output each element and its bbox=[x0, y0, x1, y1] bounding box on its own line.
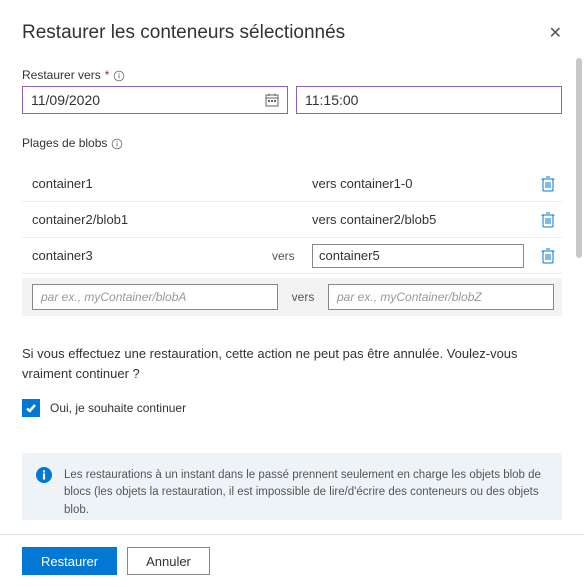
restore-date-value: 11/09/2020 bbox=[31, 92, 100, 108]
blob-ranges-label: Plages de blobs bbox=[22, 136, 562, 150]
table-row: container1 vers container1-0 bbox=[22, 166, 562, 202]
range-from: container1 bbox=[22, 176, 272, 191]
restore-to-label: Restaurer vers * bbox=[22, 68, 562, 82]
restore-button[interactable]: Restaurer bbox=[22, 547, 117, 575]
scrollbar[interactable] bbox=[576, 58, 582, 258]
cancel-button[interactable]: Annuler bbox=[127, 547, 210, 575]
info-text: Les restaurations à un instant dans le p… bbox=[64, 467, 548, 519]
restore-date-input[interactable]: 11/09/2020 bbox=[22, 86, 288, 114]
close-icon[interactable]: ✕ bbox=[549, 23, 562, 43]
range-from: container2/blob1 bbox=[22, 212, 272, 227]
restore-time-value: 11:15:00 bbox=[305, 92, 358, 108]
confirm-warning: Si vous effectuez une restauration, cett… bbox=[22, 344, 562, 383]
table-row: container2/blob1 vers container2/blob5 bbox=[22, 202, 562, 238]
required-star: * bbox=[105, 68, 110, 82]
range-vers: vers bbox=[272, 249, 312, 263]
info-icon bbox=[36, 467, 52, 519]
delete-icon[interactable] bbox=[534, 176, 562, 192]
confirm-checkbox-row[interactable]: Oui, je souhaite continuer bbox=[22, 399, 562, 417]
blob-ranges-label-text: Plages de blobs bbox=[22, 136, 107, 150]
dialog-footer: Restaurer Annuler bbox=[0, 534, 584, 587]
confirm-checkbox[interactable] bbox=[22, 399, 40, 417]
new-range-row: vers bbox=[22, 278, 562, 316]
range-to-input[interactable]: container5 bbox=[312, 244, 524, 268]
range-to: vers container2/blob5 bbox=[312, 212, 534, 227]
info-icon[interactable] bbox=[111, 136, 123, 150]
range-from-input[interactable] bbox=[32, 284, 278, 310]
info-icon[interactable] bbox=[113, 68, 125, 82]
restore-to-label-text: Restaurer vers bbox=[22, 68, 101, 82]
restore-time-input[interactable]: 11:15:00 bbox=[296, 86, 562, 114]
blob-ranges-table: container1 vers container1-0 container2/… bbox=[22, 166, 562, 316]
dialog-title: Restaurer les conteneurs sélectionnés bbox=[22, 22, 345, 44]
range-to-input[interactable] bbox=[328, 284, 554, 310]
calendar-icon bbox=[265, 93, 279, 107]
delete-icon[interactable] bbox=[534, 212, 562, 228]
range-to: vers container1-0 bbox=[312, 176, 534, 191]
confirm-checkbox-label: Oui, je souhaite continuer bbox=[50, 401, 186, 415]
range-vers: vers bbox=[284, 290, 322, 304]
delete-icon[interactable] bbox=[534, 248, 562, 264]
range-from: container3 bbox=[22, 248, 272, 263]
table-row: container3 vers container5 bbox=[22, 238, 562, 274]
info-box: Les restaurations à un instant dans le p… bbox=[22, 453, 562, 520]
